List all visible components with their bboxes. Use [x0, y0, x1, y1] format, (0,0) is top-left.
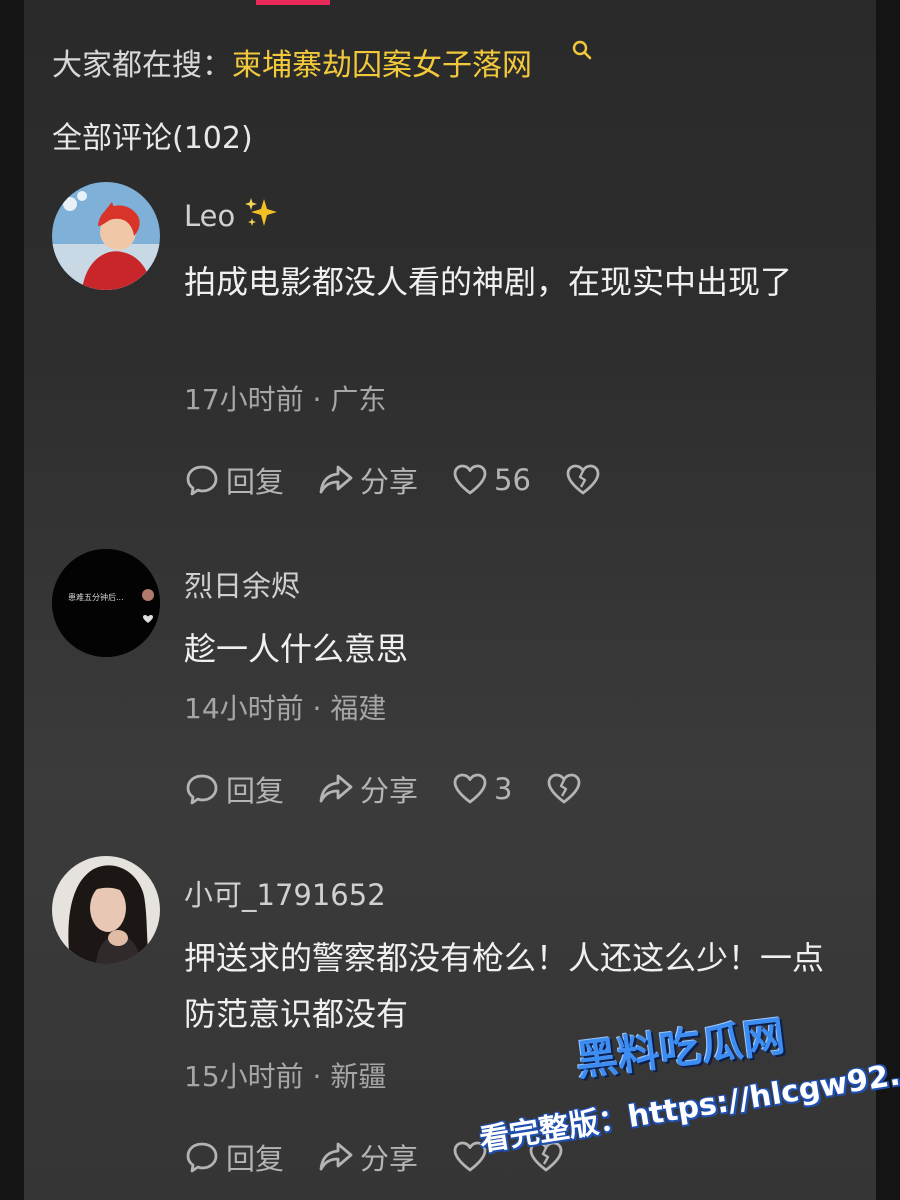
- dislike-button[interactable]: [565, 462, 607, 498]
- broken-heart-icon: [566, 464, 600, 495]
- reply-label: 回复: [226, 774, 285, 808]
- like-button[interactable]: 56: [452, 462, 531, 498]
- search-icon[interactable]: [570, 38, 594, 62]
- comment-text: 趁一人什么意思: [184, 630, 409, 668]
- comment-meta: 15小时前 · 新疆: [184, 1060, 387, 1093]
- reply-label: 回复: [226, 465, 285, 499]
- reply-label: 回复: [226, 1142, 285, 1176]
- comment-username-text[interactable]: Leo: [184, 199, 235, 233]
- avatar-text: 患难五分钟后...: [68, 592, 124, 602]
- comment-actions: 回复 分享 3: [184, 769, 622, 809]
- search-suggestion[interactable]: 大家都在搜：柬埔寨劫囚案女子落网: [52, 40, 532, 84]
- comments-count-header: 全部评论(102): [52, 121, 253, 156]
- share-label: 分享: [360, 774, 419, 808]
- share-label: 分享: [360, 465, 419, 499]
- dislike-button[interactable]: [546, 771, 588, 807]
- reply-button[interactable]: 回复: [184, 1136, 284, 1178]
- site-watermark: 黑料吃瓜网 看完整版：https://hlcgw92.com: [468, 1011, 900, 1188]
- avatar[interactable]: 患难五分钟后...: [52, 549, 160, 657]
- comment-username[interactable]: 烈日余烬: [184, 563, 300, 605]
- comment-username[interactable]: Leo: [184, 196, 278, 233]
- like-count: 3: [494, 772, 513, 806]
- share-button[interactable]: 分享: [318, 1136, 418, 1178]
- like-count: 56: [494, 463, 531, 497]
- comment-meta: 17小时前 · 广东: [184, 383, 387, 416]
- heart-icon: [453, 464, 487, 495]
- comment-meta: 14小时前 · 福建: [184, 692, 387, 725]
- share-icon: [319, 465, 353, 494]
- share-button[interactable]: 分享: [318, 459, 418, 501]
- reply-icon: [186, 465, 218, 496]
- search-suggestion-term[interactable]: 柬埔寨劫囚案女子落网: [232, 48, 532, 83]
- sparkles-icon: [245, 198, 278, 226]
- broken-heart-icon: [548, 773, 581, 804]
- reply-button[interactable]: 回复: [184, 768, 284, 810]
- comment-text: 拍成电影都没人看的神剧，在现实中出现了: [184, 263, 793, 301]
- heart-icon: [453, 773, 487, 804]
- avatar[interactable]: [52, 856, 160, 964]
- share-icon: [319, 1142, 353, 1171]
- comment-username[interactable]: 小可_1791652: [184, 872, 386, 914]
- reply-icon: [186, 774, 218, 805]
- reply-icon: [186, 1142, 218, 1173]
- reply-button[interactable]: 回复: [184, 459, 284, 501]
- search-suggestion-prefix: 大家都在搜：: [52, 48, 232, 83]
- share-label: 分享: [360, 1142, 419, 1176]
- top-accent-bar: [256, 0, 330, 5]
- share-button[interactable]: 分享: [318, 768, 418, 810]
- avatar[interactable]: [52, 182, 160, 290]
- like-button[interactable]: 3: [452, 771, 512, 807]
- share-icon: [319, 774, 353, 803]
- comment-actions: 回复 分享 56: [184, 460, 641, 500]
